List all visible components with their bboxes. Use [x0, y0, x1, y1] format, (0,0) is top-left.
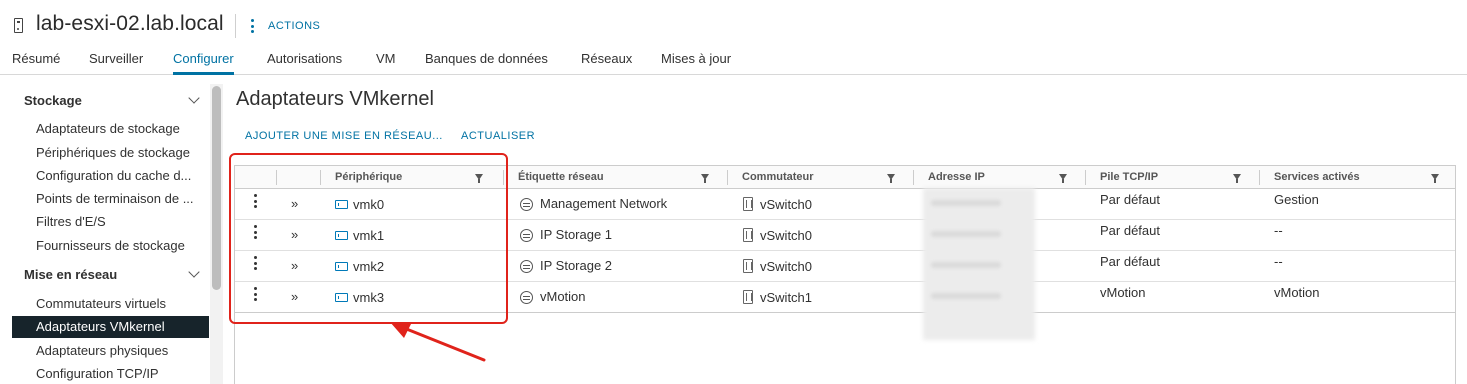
column-header-switch[interactable]: Commutateur: [742, 171, 814, 183]
chevron-down-icon[interactable]: [188, 92, 200, 104]
sidebar-item-storage-devices[interactable]: Périphériques de stockage: [36, 145, 190, 160]
page-title: lab-esxi-02.lab.local: [36, 12, 224, 35]
enabled-services: --: [1274, 223, 1283, 238]
column-header-network-label[interactable]: Étiquette réseau: [518, 171, 604, 183]
sidebar-item-storage-providers[interactable]: Fournisseurs de stockage: [36, 238, 185, 253]
annotation-highlight-box: [229, 153, 508, 324]
sidebar-item-vmkernel-adapters[interactable]: Adaptateurs VMkernel: [12, 316, 209, 338]
tcpip-stack: Par défaut: [1100, 192, 1160, 207]
kebab-icon: [250, 19, 254, 33]
section-title: Adaptateurs VMkernel: [236, 88, 434, 110]
filter-icon[interactable]: [701, 174, 709, 183]
enabled-services: --: [1274, 254, 1283, 269]
sidebar-item-tcpip-config[interactable]: Configuration TCP/IP: [36, 366, 159, 381]
column-header-tcpip-stack[interactable]: Pile TCP/IP: [1100, 171, 1158, 183]
tab-networks[interactable]: Réseaux: [581, 51, 632, 75]
redacted-ip: [931, 200, 1001, 206]
switch-icon: [743, 228, 753, 242]
network-icon: [520, 229, 533, 242]
sidebar-group-networking[interactable]: Mise en réseau: [24, 267, 117, 282]
tab-permissions[interactable]: Autorisations: [267, 51, 342, 75]
network-label: IP Storage 1: [540, 227, 613, 242]
tab-updates[interactable]: Mises à jour: [661, 51, 731, 75]
actions-menu-button[interactable]: ACTIONS: [250, 17, 320, 35]
sidebar-item-cache-config[interactable]: Configuration du cache d...: [36, 168, 191, 183]
sidebar-item-physical-adapters[interactable]: Adaptateurs physiques: [36, 343, 168, 358]
column-header-ip-address[interactable]: Adresse IP: [928, 171, 985, 183]
enabled-services: Gestion: [1274, 192, 1319, 207]
sidebar-item-endpoints[interactable]: Points de terminaison de ...: [36, 191, 194, 206]
sidebar-group-storage[interactable]: Stockage: [24, 93, 82, 108]
annotation-arrow-icon: [390, 322, 486, 362]
redacted-ip: [931, 231, 1001, 237]
column-header-enabled-services[interactable]: Services activés: [1274, 171, 1360, 183]
object-header: lab-esxi-02.lab.local ACTIONS: [0, 0, 1467, 48]
network-label: Management Network: [540, 196, 668, 211]
switch-name: vSwitch1: [760, 290, 813, 305]
tab-configure[interactable]: Configurer: [173, 51, 234, 75]
network-icon: [520, 260, 533, 273]
sidebar-item-virtual-switches[interactable]: Commutateurs virtuels: [36, 296, 166, 311]
actions-label: ACTIONS: [268, 20, 321, 32]
tab-datastores[interactable]: Banques de données: [425, 51, 548, 75]
tcpip-stack: Par défaut: [1100, 254, 1160, 269]
redacted-ip: [931, 262, 1001, 268]
host-icon: [14, 18, 23, 33]
tab-vms[interactable]: VM: [376, 51, 396, 75]
tab-bar: Résumé Surveiller Configurer Autorisatio…: [0, 46, 1467, 75]
sidebar-item-io-filters[interactable]: Filtres d'E/S: [36, 214, 106, 229]
tcpip-stack: vMotion: [1100, 285, 1146, 300]
filter-icon[interactable]: [1233, 174, 1241, 183]
switch-name: vSwitch0: [760, 197, 813, 212]
configure-sidebar: Stockage Adaptateurs de stockage Périphé…: [0, 76, 226, 384]
tab-monitor[interactable]: Surveiller: [89, 51, 143, 75]
switch-icon: [743, 290, 753, 304]
chevron-down-icon[interactable]: [188, 266, 200, 278]
switch-icon: [743, 259, 753, 273]
network-label: IP Storage 2: [540, 258, 613, 273]
switch-name: vSwitch0: [760, 228, 813, 243]
tcpip-stack: Par défaut: [1100, 223, 1160, 238]
switch-name: vSwitch0: [760, 259, 813, 274]
header-divider: [235, 14, 236, 38]
filter-icon[interactable]: [1059, 174, 1067, 183]
network-icon: [520, 291, 533, 304]
redacted-ip: [931, 293, 1001, 299]
sidebar-item-storage-adapters[interactable]: Adaptateurs de stockage: [36, 121, 180, 136]
add-networking-button[interactable]: AJOUTER UNE MISE EN RÉSEAU...: [245, 130, 443, 142]
filter-icon[interactable]: [887, 174, 895, 183]
sidebar-scrollbar-thumb[interactable]: [212, 86, 221, 290]
tab-summary[interactable]: Résumé: [12, 51, 60, 75]
network-label: vMotion: [540, 289, 586, 304]
switch-icon: [743, 197, 753, 211]
network-icon: [520, 198, 533, 211]
filter-icon[interactable]: [1431, 174, 1439, 183]
refresh-button[interactable]: ACTUALISER: [461, 130, 535, 142]
enabled-services: vMotion: [1274, 285, 1320, 300]
